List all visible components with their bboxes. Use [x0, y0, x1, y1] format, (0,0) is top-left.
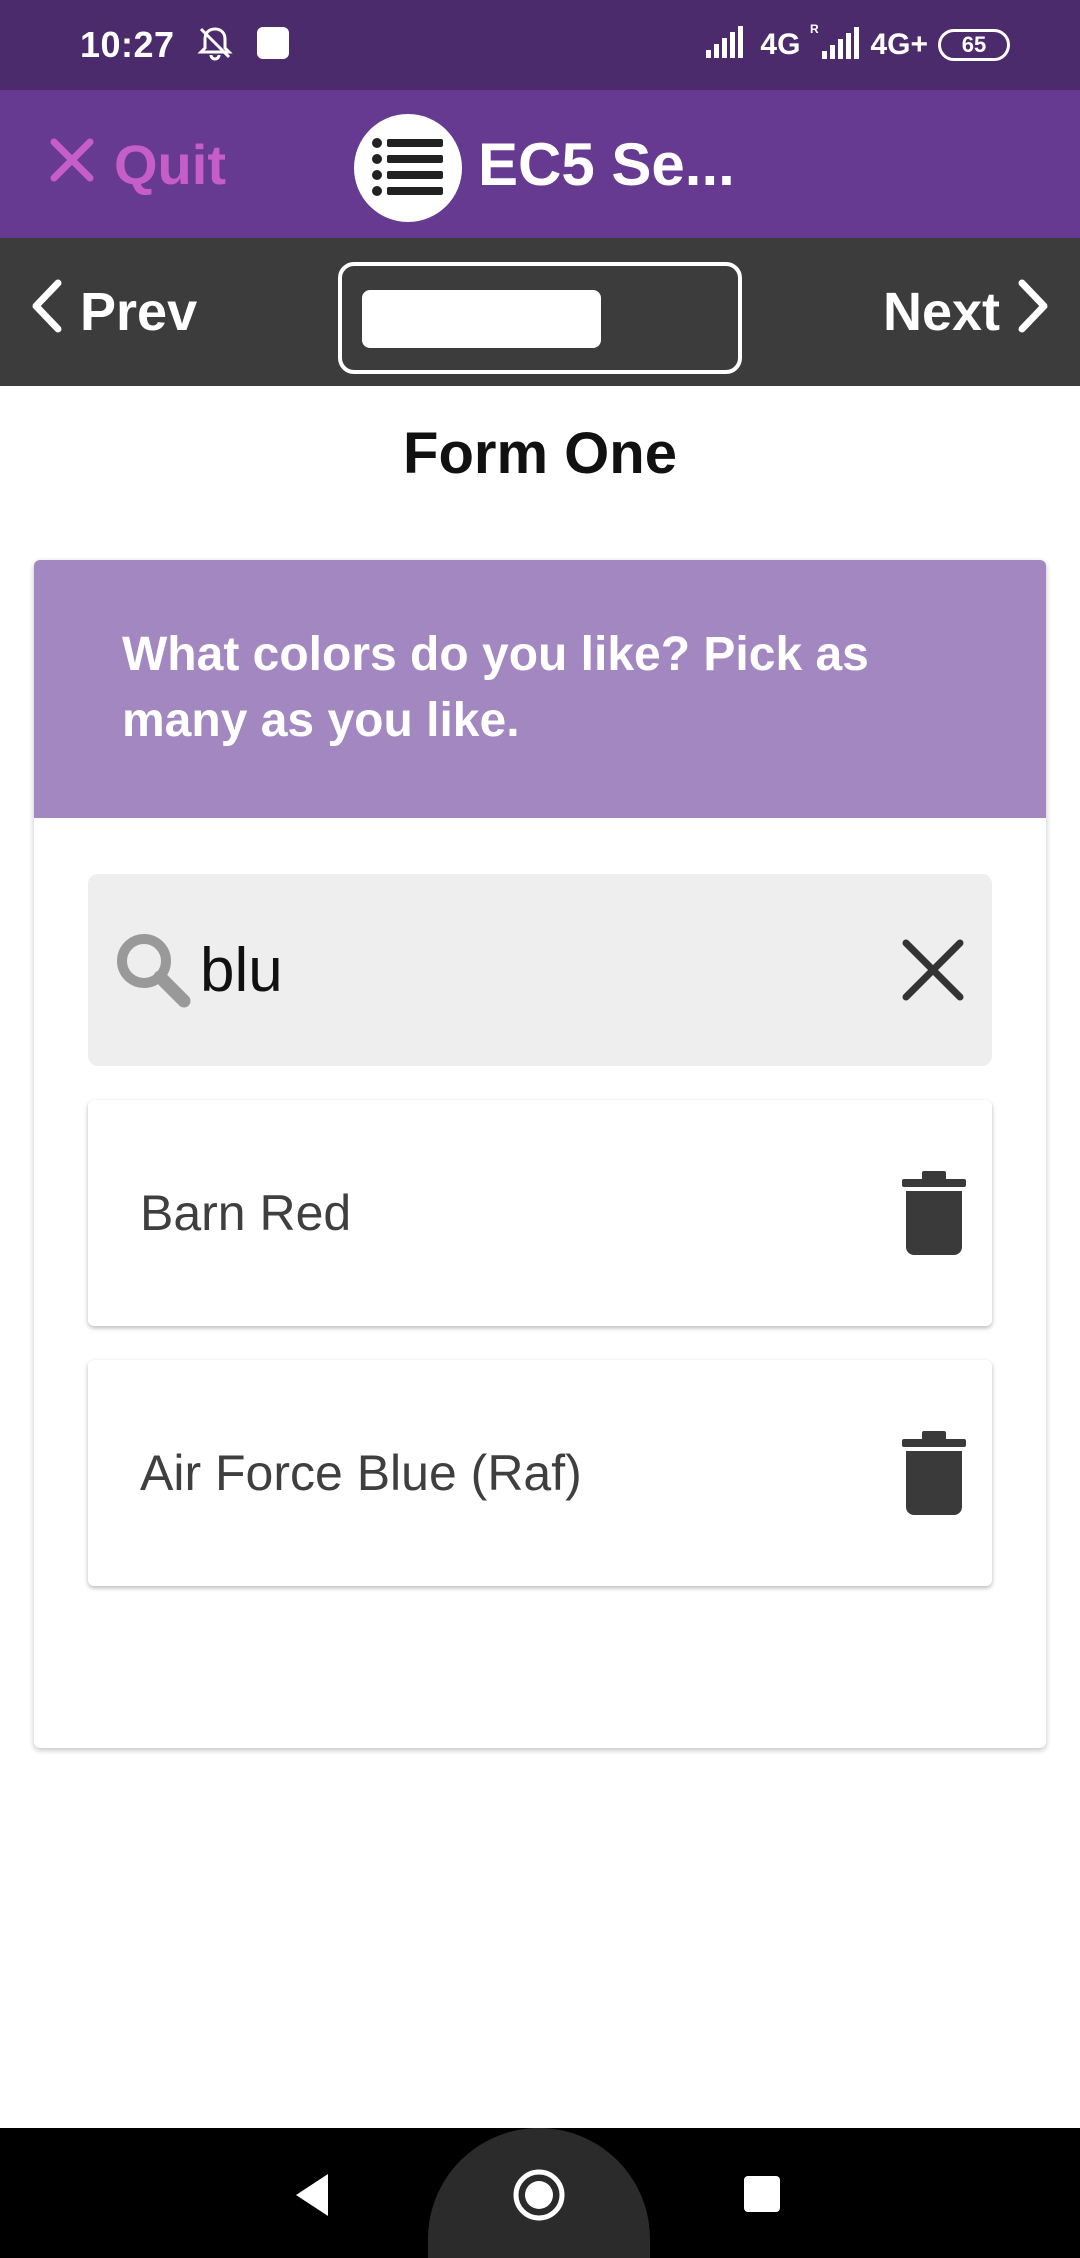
trash-icon[interactable]	[902, 1171, 966, 1255]
close-icon	[48, 132, 96, 197]
status-right: 4G R 4G+ 65	[704, 21, 1010, 69]
form-title: Form One	[403, 421, 677, 486]
prev-label: Prev	[80, 282, 198, 342]
recents-square-icon[interactable]	[742, 2174, 782, 2219]
item-label: Air Force Blue (Raf)	[140, 1445, 582, 1501]
trash-icon[interactable]	[902, 1431, 966, 1515]
progress-indicator	[338, 262, 742, 374]
home-circle-icon[interactable]	[512, 2168, 566, 2227]
network-type-1: 4G	[760, 28, 801, 61]
status-left: 10:27	[80, 23, 291, 68]
list-item: Air Force Blue (Raf)	[88, 1360, 992, 1586]
quit-button[interactable]: Quit	[48, 90, 226, 238]
notification-square-icon	[255, 25, 291, 66]
progress-track	[362, 290, 718, 348]
roaming-signal-icon: R	[810, 21, 860, 69]
svg-text:R: R	[810, 22, 819, 36]
item-label: Barn Red	[140, 1185, 352, 1241]
next-button[interactable]: Next	[883, 238, 1050, 386]
status-bar: 10:27 4G R 4G+ 65	[0, 0, 1080, 90]
back-triangle-icon[interactable]	[292, 2172, 332, 2223]
chevron-left-icon	[30, 279, 64, 346]
chevron-right-icon	[1016, 279, 1050, 346]
question-text: What colors do you like? Pick as many as…	[34, 560, 1046, 818]
next-label: Next	[882, 282, 1000, 342]
bell-muted-icon	[195, 23, 235, 68]
search-value[interactable]: blu	[200, 935, 898, 1006]
question-card: What colors do you like? Pick as many as…	[34, 560, 1046, 1748]
search-input[interactable]: blu	[88, 874, 992, 1066]
nav-bar: Prev Next	[0, 238, 1080, 386]
battery-indicator: 65	[938, 29, 1010, 61]
app-title: EC5 Se...	[478, 130, 735, 198]
list-icon	[354, 114, 462, 222]
prev-button[interactable]: Prev	[30, 238, 197, 386]
network-type-2: 4G+	[870, 28, 928, 61]
progress-fill	[362, 290, 601, 348]
app-header: Quit EC5 Se...	[0, 90, 1080, 238]
signal-icon	[704, 24, 750, 66]
search-icon	[112, 929, 194, 1011]
quit-label: Quit	[114, 132, 226, 196]
list-item: Barn Red	[88, 1100, 992, 1326]
close-icon[interactable]	[898, 935, 968, 1005]
status-time: 10:27	[80, 24, 175, 65]
